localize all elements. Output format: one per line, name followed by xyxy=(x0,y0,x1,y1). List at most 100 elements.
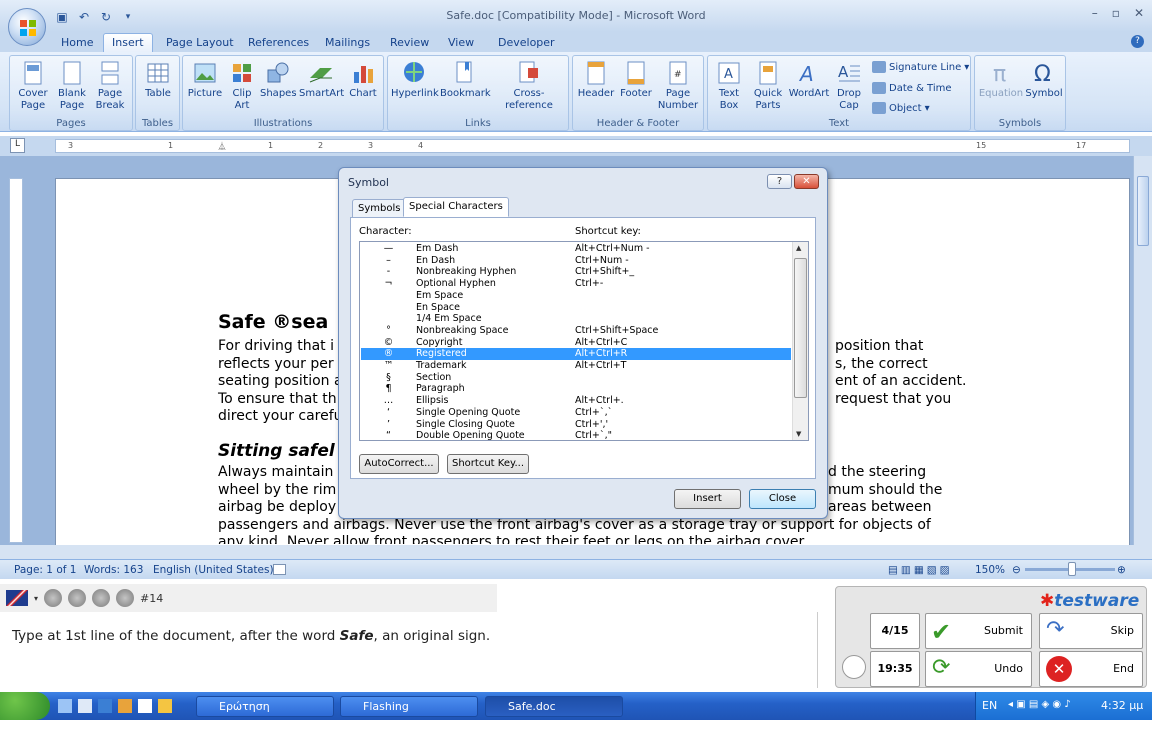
date-time-button[interactable]: Date & Time xyxy=(872,82,952,94)
special-characters-list[interactable]: ▲ ▼ — Em Dash Alt+Ctrl+Num - – En Dash Ctrl+N… xyxy=(359,241,809,441)
list-item[interactable]: En Space xyxy=(361,302,791,314)
list-item[interactable]: … Ellipsis Alt+Ctrl+. xyxy=(361,395,791,407)
tab-references[interactable]: References xyxy=(248,34,309,52)
folder-icon[interactable] xyxy=(118,699,132,713)
list-item[interactable]: ™ Trademark Alt+Ctrl+T xyxy=(361,360,791,372)
page-number-button[interactable]: # Page Number xyxy=(656,60,700,112)
blank-page-button[interactable]: Blank Page xyxy=(55,60,89,112)
cover-page-button[interactable]: Cover Page xyxy=(13,60,53,112)
doc-icon[interactable] xyxy=(138,699,152,713)
zoom-slider-knob[interactable] xyxy=(1068,562,1076,576)
tab-review[interactable]: Review xyxy=(390,34,429,52)
tab-mailings[interactable]: Mailings xyxy=(325,34,370,52)
office-button[interactable] xyxy=(8,8,46,46)
tab-page-layout[interactable]: Page Layout xyxy=(166,34,234,52)
show-desktop-icon[interactable] xyxy=(58,699,72,713)
list-item[interactable]: ‘ Single Opening Quote Ctrl+`,` xyxy=(361,407,791,419)
close-icon[interactable]: ✕ xyxy=(1134,6,1144,20)
drop-cap-button[interactable]: A Drop Cap xyxy=(831,60,867,112)
audio-slow-icon[interactable] xyxy=(68,589,87,607)
tab-home[interactable]: Home xyxy=(61,34,93,52)
list-item[interactable]: © Copyright Alt+Ctrl+C xyxy=(361,337,791,349)
object-button[interactable]: Object ▾ xyxy=(872,102,930,114)
close-button[interactable]: Close xyxy=(749,489,816,509)
tray-icons[interactable]: ◂ ▣ ▤ ◈ ◉ ♪ xyxy=(1008,699,1071,710)
insert-button[interactable]: Insert xyxy=(674,489,741,509)
list-item[interactable]: ¶ Paragraph xyxy=(361,383,791,395)
horizontal-ruler[interactable]: 3 1 ⏅ 1 2 3 4 15 17 xyxy=(55,139,1130,153)
page-count[interactable]: Page: 1 of 1 xyxy=(14,564,76,576)
table-button[interactable]: Table xyxy=(139,60,177,100)
taskbar-item-word[interactable]: Safe.doc [Compatib... xyxy=(485,696,623,732)
footer-button[interactable]: Footer xyxy=(618,60,654,100)
shapes-button[interactable]: Shapes xyxy=(260,60,297,100)
previous-icon[interactable] xyxy=(92,589,111,607)
word-count[interactable]: Words: 163 xyxy=(84,564,143,576)
skip-button[interactable]: ↷ Skip xyxy=(1039,613,1143,649)
list-item[interactable]: § Section xyxy=(361,372,791,384)
browser-icon[interactable] xyxy=(98,699,112,713)
list-item[interactable]: ° Nonbreaking Space Ctrl+Shift+Space xyxy=(361,325,791,337)
chart-button[interactable]: Chart xyxy=(345,60,381,100)
tab-developer[interactable]: Developer xyxy=(498,34,555,52)
media-icon[interactable] xyxy=(158,699,172,713)
chevron-down-icon[interactable]: ▾ xyxy=(34,594,38,603)
header-button[interactable]: Header xyxy=(576,60,616,100)
instruction-scrollbar[interactable] xyxy=(817,612,829,688)
taskbar-item-flashing[interactable]: Flashing xyxy=(340,696,478,717)
text-box-button[interactable]: A Text Box xyxy=(711,60,747,112)
zoom-level[interactable]: 150% xyxy=(975,564,1005,576)
submit-button[interactable]: ✔ Submit xyxy=(925,613,1032,649)
symbol-button[interactable]: Ω Symbol xyxy=(1025,60,1063,100)
signature-line-button[interactable]: Signature Line ▾ xyxy=(872,61,969,73)
language-bar[interactable]: EN xyxy=(982,699,997,712)
flag-icon[interactable] xyxy=(6,590,28,606)
list-item[interactable]: ® Registered Alt+Ctrl+R xyxy=(361,348,791,360)
picture-button[interactable]: Picture xyxy=(186,60,224,100)
shortcut-key-button[interactable]: Shortcut Key... xyxy=(447,454,529,474)
app-icon[interactable] xyxy=(78,699,92,713)
list-item[interactable]: – En Dash Ctrl+Num - xyxy=(361,255,791,267)
vertical-ruler[interactable] xyxy=(9,178,23,543)
tab-view[interactable]: View xyxy=(448,34,474,52)
undo-button[interactable]: ⟳ Undo xyxy=(925,651,1032,687)
tab-special-characters[interactable]: Special Characters xyxy=(403,197,509,217)
help-icon[interactable]: ? xyxy=(1131,35,1144,48)
clock[interactable]: 4:32 μμ xyxy=(1101,699,1143,712)
maximize-icon[interactable]: ▫ xyxy=(1112,6,1120,20)
wordart-button[interactable]: A WordArt xyxy=(788,60,830,100)
scroll-down-icon[interactable]: ▼ xyxy=(796,430,801,438)
list-item[interactable]: Em Space xyxy=(361,290,791,302)
horizontal-scrollbar[interactable] xyxy=(0,545,1152,559)
list-item[interactable]: 1/4 Em Space xyxy=(361,313,791,325)
zoom-in-icon[interactable]: ⊕ xyxy=(1117,564,1126,576)
scroll-up-icon[interactable]: ▲ xyxy=(796,244,801,252)
hyperlink-button[interactable]: Hyperlink xyxy=(391,60,439,100)
list-scrollbar[interactable]: ▲ ▼ xyxy=(792,242,808,440)
page-break-button[interactable]: Page Break xyxy=(92,60,128,112)
end-button[interactable]: ✕ End xyxy=(1039,651,1143,687)
tab-selector[interactable]: L xyxy=(10,138,25,153)
dialog-close-icon[interactable]: ✕ xyxy=(794,174,819,189)
minimize-icon[interactable]: – xyxy=(1092,6,1098,20)
smartart-button[interactable]: SmartArt xyxy=(299,60,344,100)
clip-art-button[interactable]: Clip Art xyxy=(227,60,257,112)
list-item[interactable]: — Em Dash Alt+Ctrl+Num - xyxy=(361,243,791,255)
view-buttons[interactable]: ▤▥▦▧▨ xyxy=(888,564,953,576)
list-item[interactable]: ’ Single Closing Quote Ctrl+',' xyxy=(361,419,791,431)
autocorrect-button[interactable]: AutoCorrect... xyxy=(359,454,439,474)
tab-symbols[interactable]: Symbols xyxy=(352,199,407,218)
next-icon[interactable] xyxy=(116,589,135,607)
start-button[interactable] xyxy=(0,692,50,720)
cross-reference-button[interactable]: Cross-reference xyxy=(491,60,567,112)
language-indicator[interactable]: English (United States) xyxy=(153,564,274,576)
dialog-help-button[interactable]: ? xyxy=(767,174,792,189)
bookmark-button[interactable]: Bookmark xyxy=(440,60,491,100)
audio-icon[interactable] xyxy=(44,589,63,607)
tab-insert[interactable]: Insert xyxy=(103,33,153,52)
list-item[interactable]: ¬ Optional Hyphen Ctrl+- xyxy=(361,278,791,290)
scroll-thumb[interactable] xyxy=(1137,176,1149,246)
list-scroll-thumb[interactable] xyxy=(794,258,807,398)
taskbar-item-question[interactable]: Ερώτηση xyxy=(196,696,334,717)
quick-parts-button[interactable]: Quick Parts xyxy=(749,60,787,112)
